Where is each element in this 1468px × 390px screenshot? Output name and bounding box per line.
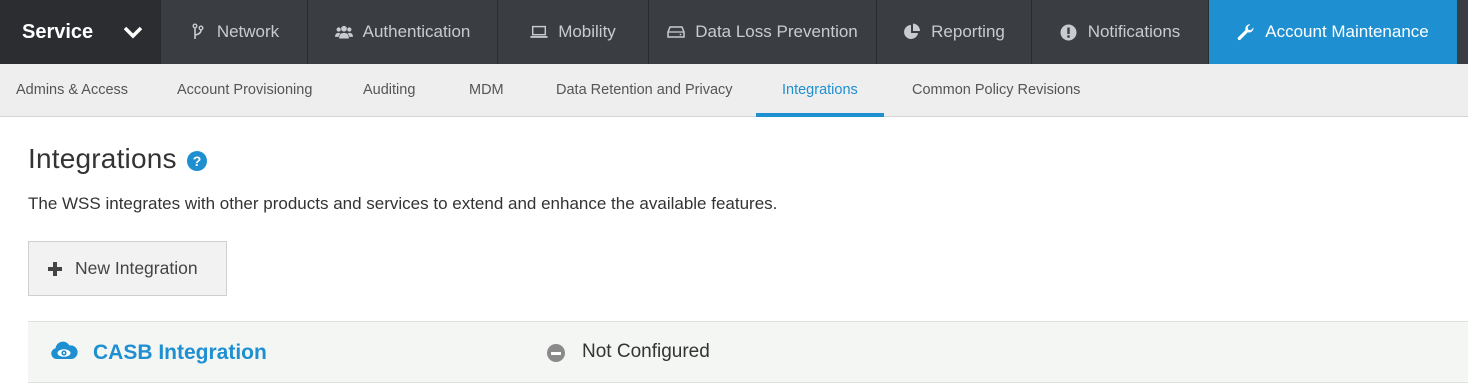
subtab-account-provisioning[interactable]: Account Provisioning <box>177 64 312 116</box>
help-icon[interactable]: ? <box>187 151 207 171</box>
integration-status: Not Configured <box>582 341 710 362</box>
integration-row: CASB Integration Not Configured <box>28 321 1468 383</box>
tab-mobility-label: Mobility <box>558 22 616 41</box>
drive-icon <box>667 23 685 41</box>
tab-notifications-label: Notifications <box>1087 22 1181 41</box>
tab-account-maintenance-label: Account Maintenance <box>1265 22 1429 41</box>
exclamation-icon <box>1060 23 1078 41</box>
tab-authentication[interactable]: Authentication <box>307 0 497 64</box>
wrench-icon <box>1237 23 1255 41</box>
tab-data-loss-prevention[interactable]: Data Loss Prevention <box>648 0 876 64</box>
page-description: The WSS integrates with other products a… <box>28 194 778 213</box>
integration-name-link[interactable]: CASB Integration <box>93 341 267 365</box>
tab-network-label: Network <box>216 22 280 41</box>
new-integration-label: New Integration <box>75 258 198 278</box>
users-icon <box>334 23 353 41</box>
branch-icon <box>189 23 207 41</box>
subtab-common-policy-revisions[interactable]: Common Policy Revisions <box>912 64 1080 116</box>
page-title: Integrations <box>28 143 177 174</box>
laptop-icon <box>530 23 548 41</box>
service-label: Service <box>22 20 94 43</box>
tab-network[interactable]: Network <box>160 0 307 64</box>
tab-mobility[interactable]: Mobility <box>497 0 648 64</box>
subtab-admins-access[interactable]: Admins & Access <box>16 64 128 116</box>
subtab-integrations[interactable]: Integrations <box>756 64 884 117</box>
new-integration-button[interactable]: New Integration <box>28 241 227 296</box>
sub-nav: Admins & Access Account Provisioning Aud… <box>0 64 1468 117</box>
chevron-down-icon <box>123 21 145 43</box>
minus-circle-icon <box>547 344 565 362</box>
cloud-eye-icon[interactable] <box>50 340 78 362</box>
tab-reporting[interactable]: Reporting <box>876 0 1031 64</box>
tab-dlp-label: Data Loss Prevention <box>695 22 858 41</box>
subtab-mdm[interactable]: MDM <box>469 64 504 116</box>
tab-notifications[interactable]: Notifications <box>1031 0 1208 64</box>
subtab-auditing[interactable]: Auditing <box>363 64 415 116</box>
service-menu-button[interactable]: Service <box>0 0 160 64</box>
plus-icon <box>48 261 62 276</box>
tab-authentication-label: Authentication <box>362 22 471 41</box>
subtab-data-retention[interactable]: Data Retention and Privacy <box>556 64 733 116</box>
pie-chart-icon <box>903 23 921 41</box>
tab-account-maintenance[interactable]: Account Maintenance <box>1208 0 1457 64</box>
tab-reporting-label: Reporting <box>931 22 1005 41</box>
top-nav: Service Network Authentication Mobility … <box>0 0 1468 64</box>
